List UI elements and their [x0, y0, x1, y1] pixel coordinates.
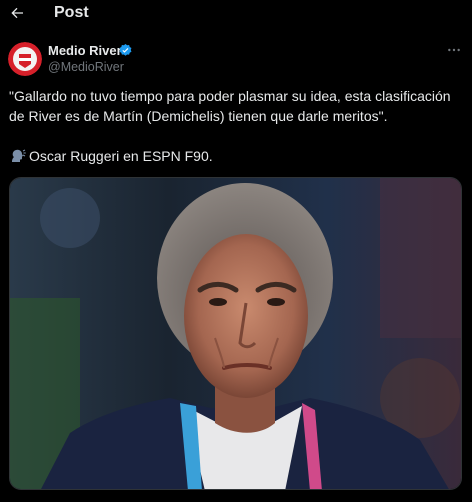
speaking-head-icon [9, 148, 26, 163]
page-title: Post [54, 4, 89, 21]
author-name[interactable]: Medio River [48, 43, 122, 58]
back-button[interactable] [4, 0, 30, 26]
verified-badge-icon [118, 43, 133, 58]
tweet-photo[interactable] [9, 177, 462, 490]
tweet-text: "Gallardo no tuvo tiempo para poder plas… [9, 86, 464, 166]
arrow-left-icon [11, 7, 23, 19]
tweet-quote: "Gallardo no tuvo tiempo para poder plas… [9, 88, 451, 124]
tweet-credit-text: Oscar Ruggeri en ESPN F90. [29, 148, 213, 164]
more-dots-icon [448, 48, 460, 52]
top-bar: Post [0, 0, 472, 28]
tweet-credit: Oscar Ruggeri en ESPN F90. [9, 146, 464, 166]
avatar[interactable] [8, 42, 42, 76]
more-options-button[interactable] [444, 40, 464, 60]
author-handle[interactable]: @MedioRiver [48, 60, 124, 74]
